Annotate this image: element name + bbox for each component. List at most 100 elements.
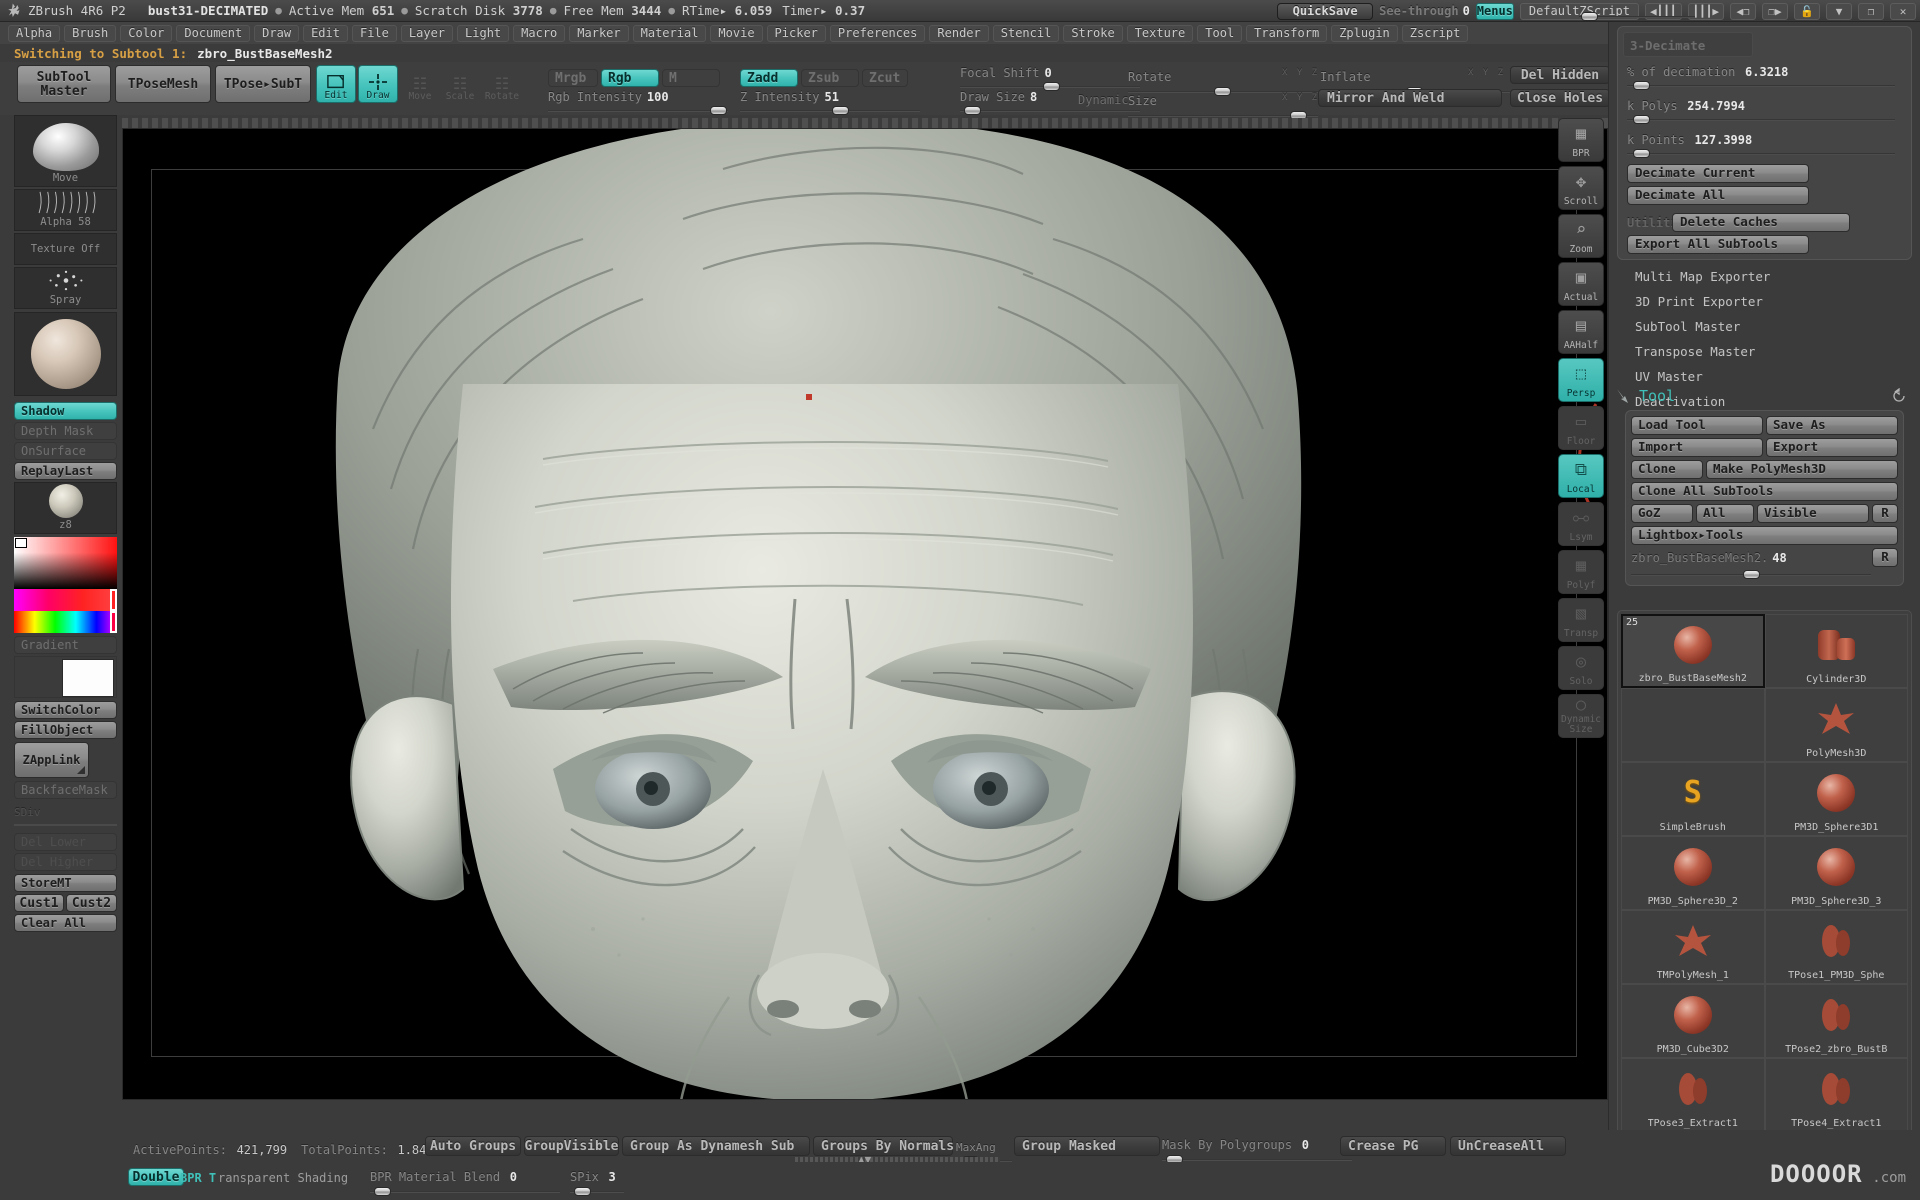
decimate-current-button[interactable]: Decimate Current (1627, 164, 1809, 183)
gradient-button[interactable]: Gradient (14, 636, 117, 654)
move-button[interactable]: ☷ Move (400, 65, 440, 103)
group-visible-button[interactable]: GroupVisible (524, 1136, 619, 1156)
primary-color-swatch[interactable] (62, 659, 114, 697)
material-z8-thumbnail[interactable]: z8 (14, 482, 117, 534)
zapplink-button[interactable]: ZAppLink (14, 742, 89, 778)
plugin-item-multi-map-exporter[interactable]: Multi Map Exporter (1609, 264, 1920, 289)
rail-button-persp[interactable]: ⬚ Persp (1558, 358, 1604, 402)
color-picker-hue-top[interactable] (14, 589, 117, 611)
cust2-button[interactable]: Cust2 (66, 894, 117, 912)
on-surface-button[interactable]: OnSurface (14, 442, 117, 460)
auto-groups-button[interactable]: Auto Groups (425, 1136, 521, 1156)
export-button[interactable]: Export (1766, 438, 1898, 457)
replay-last-button[interactable]: ReplayLast (14, 462, 117, 480)
menu-item-transform[interactable]: Transform (1246, 24, 1328, 42)
import-button[interactable]: Import (1631, 438, 1763, 457)
rail-button-local[interactable]: ⧉ Local (1558, 454, 1604, 498)
bpr-material-blend-slider[interactable]: BPR Material Blend 0 (370, 1166, 570, 1197)
double-button[interactable]: Double (128, 1168, 184, 1186)
plugin-item-transpose-master[interactable]: Transpose Master (1609, 339, 1920, 364)
tool-reset-icon[interactable] (1891, 388, 1907, 404)
menu-item-render[interactable]: Render (929, 24, 989, 42)
del-higher-button[interactable]: Del Higher (14, 853, 117, 871)
tool-grid-cell[interactable]: PM3D_Sphere3D_2 (1621, 836, 1765, 910)
tool-grid-cell[interactable]: PM3D_Sphere3D_3 (1764, 836, 1908, 910)
delete-caches-button[interactable]: Delete Caches (1672, 213, 1851, 232)
subtool-master-button[interactable]: SubTool Master (17, 65, 111, 103)
menu-item-zplugin[interactable]: Zplugin (1331, 24, 1398, 42)
group-masked-button[interactable]: Group Masked (1014, 1136, 1160, 1156)
menu-item-texture[interactable]: Texture (1126, 24, 1194, 42)
see-through-slider[interactable] (1579, 12, 1695, 22)
focal-shift-slider[interactable]: Focal Shift 0 (960, 66, 1140, 92)
groups-by-normals-button[interactable]: Groups By Normals (813, 1136, 954, 1156)
zadd-button[interactable]: Zadd (740, 69, 798, 87)
document-scroll-strip[interactable] (122, 118, 1608, 128)
brush-thumbnail[interactable]: Move (14, 115, 117, 187)
rail-button-actual[interactable]: ▣ Actual (1558, 262, 1604, 306)
goz-r-button[interactable]: R (1872, 504, 1898, 523)
tool-grid-cell[interactable]: PM3D_Sphere3D1 (1764, 762, 1908, 836)
cust1-button[interactable]: Cust1 (14, 894, 64, 912)
draw-button[interactable]: Draw (358, 65, 398, 103)
menu-item-color[interactable]: Color (120, 24, 173, 42)
group-as-dynamesh-sub-button[interactable]: Group As Dynamesh Sub (622, 1136, 810, 1156)
switch-color-button[interactable]: SwitchColor (14, 701, 117, 719)
menu-item-brush[interactable]: Brush (64, 24, 117, 42)
rgb-intensity-slider[interactable]: Rgb Intensity 100 (548, 90, 728, 116)
menu-item-picker[interactable]: Picker (766, 24, 826, 42)
material-thumbnail[interactable] (14, 312, 117, 396)
menus-button[interactable]: Menus (1475, 2, 1514, 20)
menu-item-stencil[interactable]: Stencil (992, 24, 1060, 42)
tool-list-r-button[interactable]: R (1872, 548, 1898, 567)
crease-pg-button[interactable]: Crease PG (1340, 1136, 1446, 1156)
rail-button-lsym[interactable]: ⧟ Lsym (1558, 502, 1604, 546)
zcut-button[interactable]: Zcut (862, 69, 908, 87)
see-through-slider-group[interactable]: See-through 0 (1379, 4, 1470, 18)
tool-grid-cell[interactable]: S SimpleBrush (1621, 762, 1765, 836)
rail-button-zoom[interactable]: ⌕ Zoom (1558, 214, 1604, 258)
m-button[interactable]: M (662, 69, 720, 87)
tool-grid-cell[interactable]: Cylinder3D (1764, 614, 1908, 688)
rail-button-floor[interactable]: ▭ Floor (1558, 406, 1604, 450)
minimize-icon[interactable]: ▼ (1826, 2, 1852, 20)
goz-button[interactable]: GoZ (1631, 504, 1693, 523)
decimate-all-button[interactable]: Decimate All (1627, 186, 1809, 205)
menu-item-movie[interactable]: Movie (710, 24, 763, 42)
kpolys-slider[interactable]: k Polys 254.7994 (1627, 95, 1906, 125)
quicksave-button[interactable]: QuickSave (1277, 2, 1374, 20)
menu-item-preferences[interactable]: Preferences (829, 24, 926, 42)
texture-thumbnail[interactable]: Texture Off (14, 233, 117, 265)
stroke-thumbnail[interactable]: Spray (14, 267, 117, 309)
clear-all-button[interactable]: Clear All (14, 914, 117, 932)
rotate-button[interactable]: ☷ Rotate (480, 65, 524, 103)
pct-decimation-slider[interactable]: % of decimation 6.3218 (1627, 61, 1906, 91)
backface-mask-button[interactable]: BackfaceMask (14, 781, 117, 799)
tool-grid-cell[interactable]: 25 zbro_BustBaseMesh2 (1621, 614, 1765, 688)
rgb-button[interactable]: Rgb (601, 69, 659, 87)
spix-slider[interactable]: SPix 3 (570, 1166, 630, 1197)
export-all-subtools-button[interactable]: Export All SubTools (1627, 235, 1809, 254)
menu-item-layer[interactable]: Layer (400, 24, 454, 42)
rail-button-dynamic-size[interactable]: ○ Dynamic Size (1558, 694, 1604, 738)
tool-grid-cell[interactable]: TMPolyMesh_1 (1621, 910, 1765, 984)
del-lower-button[interactable]: Del Lower (14, 833, 117, 851)
menu-item-file[interactable]: File (351, 24, 397, 42)
color-picker-hue-bottom[interactable] (14, 611, 117, 633)
clone-all-subtools-button[interactable]: Clone All SubTools (1631, 482, 1898, 501)
lock-icon[interactable]: 🔓 (1794, 2, 1820, 20)
shadow-button[interactable]: Shadow (14, 402, 117, 420)
clone-button[interactable]: Clone (1631, 460, 1703, 479)
rail-button-polyf[interactable]: ▦ Polyf (1558, 550, 1604, 594)
color-picker-sv[interactable] (14, 537, 117, 589)
menu-item-tool[interactable]: Tool (1197, 24, 1243, 42)
edit-button[interactable]: Edit (316, 65, 356, 103)
uncrease-all-button[interactable]: UnCreaseAll (1450, 1136, 1566, 1156)
menu-item-alpha[interactable]: Alpha (8, 24, 61, 42)
tool-grid-cell[interactable]: TPose2_zbro_BustB (1764, 984, 1908, 1058)
tpose-subt-button[interactable]: TPose▸SubT (215, 65, 311, 103)
scale-button[interactable]: ☷ Scale (440, 65, 480, 103)
tool-grid-cell[interactable] (1621, 688, 1765, 762)
rail-button-aahalf[interactable]: ▤ AAHalf (1558, 310, 1604, 354)
plugin-item-subtool-master[interactable]: SubTool Master (1609, 314, 1920, 339)
